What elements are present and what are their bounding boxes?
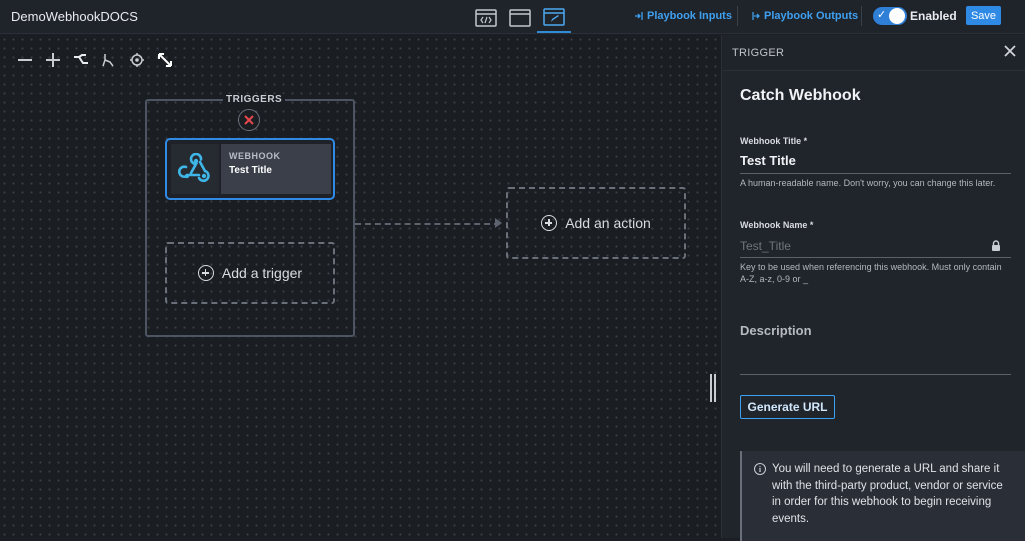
edit-view-icon [543,8,565,26]
webhook-trigger-node[interactable]: WEBHOOK Test Title [165,138,335,200]
input-arrow-icon [635,12,643,20]
remove-trigger-button[interactable] [238,109,260,131]
fit-expand-button[interactable] [154,51,176,69]
enabled-label: Enabled [910,9,957,23]
target-icon [130,53,144,67]
plus-circle-icon [541,215,558,231]
webhook-name-input: Test_Title [740,239,791,253]
connector-arrow-icon [495,218,502,228]
description-label: Description [740,323,812,338]
webhook-name-label: Webhook Name * [740,220,814,230]
webhook-title-underline [740,173,1011,174]
description-input[interactable] [740,374,1011,375]
panel-resize-handle[interactable] [710,374,716,402]
playbook-inputs-link[interactable]: Playbook Inputs [634,10,732,22]
top-bar: DemoWebhookDOCS Playbook Inputs Playbook… [0,0,1025,34]
fit-expand-icon [158,53,172,67]
panel-title: Catch Webhook [740,87,861,104]
trigger-panel: TRIGGER Catch Webhook Webhook Title * Te… [721,35,1025,541]
window-view-button[interactable] [503,3,537,33]
add-trigger-button[interactable]: Add a trigger [165,242,335,304]
webhook-title-label: Webhook Title * [740,136,808,146]
info-icon: i [754,463,766,475]
triggers-group-title: TRIGGERS [223,94,286,105]
code-view-icon [475,9,497,27]
zoom-in-button[interactable] [42,51,64,69]
triggers-group: TRIGGERS WEBHOOK Test Title Add a trigge… [145,94,355,337]
zoom-out-button[interactable] [14,51,36,69]
playbook-inputs-label: Playbook Inputs [647,10,732,22]
target-button[interactable] [126,51,148,69]
app-title: DemoWebhookDOCS [11,9,138,24]
code-view-button[interactable] [469,3,503,33]
zoom-in-icon [46,53,60,67]
webhook-icon [178,153,210,183]
check-icon: ✓ [877,9,887,21]
webhook-title-input[interactable]: Test Title [740,153,796,168]
branch-icon [74,54,88,64]
output-arrow-icon [752,12,760,20]
add-action-label: Add an action [565,215,651,231]
divider [861,6,862,26]
canvas-toolbar [14,51,176,69]
generate-url-button[interactable]: Generate URL [740,395,835,419]
playbook-outputs-link[interactable]: Playbook Outputs [751,10,858,22]
add-trigger-label: Add a trigger [221,265,303,281]
divider [737,6,738,26]
workflow-canvas[interactable]: TRIGGERS WEBHOOK Test Title Add a trigge… [0,35,721,538]
merge-button[interactable] [98,51,120,69]
lock-icon [992,240,1000,251]
info-box: i You will need to generate a URL and sh… [740,451,1025,541]
panel-header-label: TRIGGER [732,47,785,59]
connector-line [355,223,500,225]
merge-icon [102,54,114,67]
playbook-outputs-label: Playbook Outputs [764,10,859,22]
info-text: You will need to generate a URL and shar… [772,463,1003,525]
node-title: Test Title [229,165,272,176]
edit-view-button[interactable] [537,3,571,33]
node-icon-box [171,144,219,194]
node-kind: WEBHOOK [229,151,281,161]
webhook-title-help: A human-readable name. Don't worry, you … [740,178,996,188]
toggle-knob [889,8,905,24]
add-action-button[interactable]: Add an action [506,187,686,259]
node-body: WEBHOOK Test Title [221,144,331,194]
save-button[interactable]: Save [966,6,1001,25]
enabled-toggle[interactable]: ✓ [873,7,907,25]
close-icon[interactable] [1003,44,1017,58]
window-view-icon [509,9,531,27]
plus-circle-icon [197,265,214,281]
panel-header: TRIGGER [722,35,1025,71]
webhook-name-underline [740,257,1011,258]
close-icon [244,115,254,125]
branch-button[interactable] [70,51,92,69]
zoom-out-icon [18,59,32,61]
webhook-name-help: Key to be used when referencing this web… [740,262,1002,284]
